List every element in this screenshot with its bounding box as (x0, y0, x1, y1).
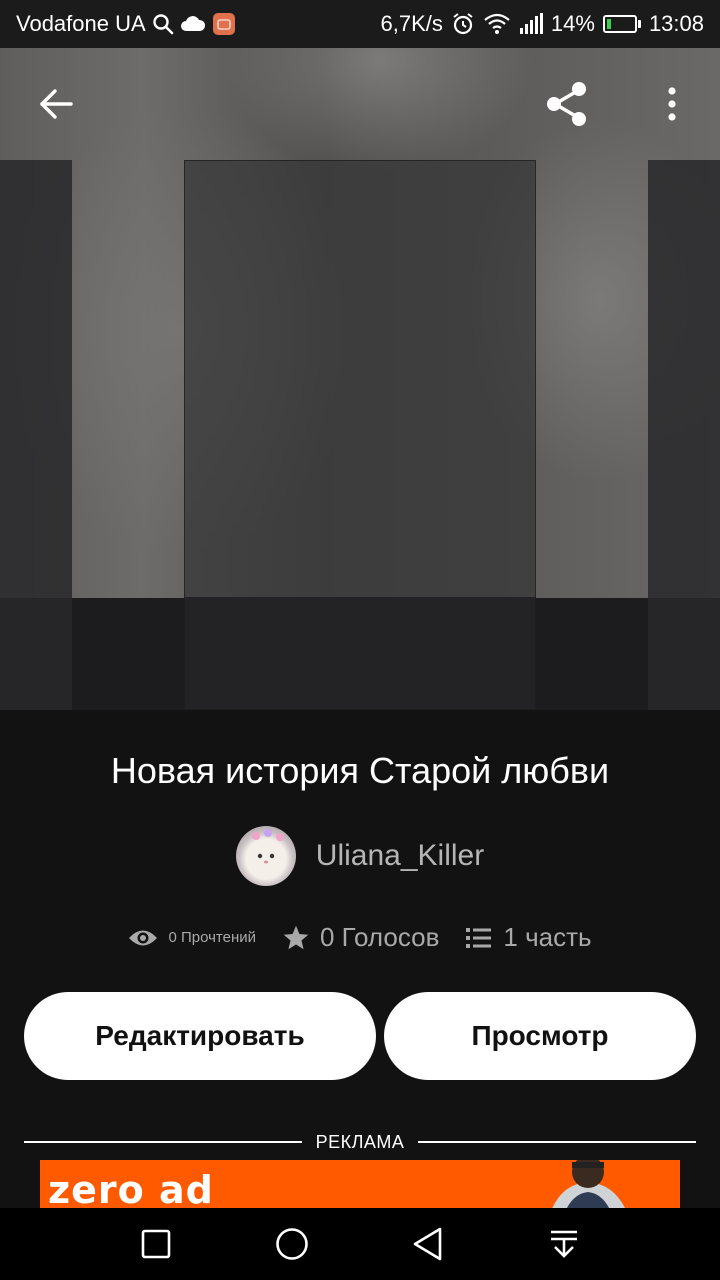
story-cover[interactable] (184, 160, 536, 710)
divider (24, 1141, 302, 1143)
share-button[interactable] (537, 74, 597, 134)
list-icon (466, 927, 492, 948)
battery-percent: 14% (550, 11, 595, 36)
votes-count: 0 Голосов (319, 922, 440, 952)
recent-apps-button[interactable] (132, 1220, 180, 1268)
more-options-button[interactable] (642, 74, 702, 134)
ad-label-row: РЕКЛАМА (24, 1130, 697, 1154)
divider (418, 1141, 697, 1143)
back-button[interactable] (26, 74, 86, 134)
ad-banner-text: zero ad (48, 1168, 214, 1208)
more-vertical-icon (668, 87, 676, 121)
home-button[interactable] (268, 1220, 316, 1268)
signal-icon (519, 13, 543, 35)
nav-back-button[interactable] (404, 1220, 452, 1268)
notification-pulldown-button[interactable] (540, 1220, 588, 1268)
cloud-icon (180, 15, 206, 33)
back-triangle-icon (413, 1227, 442, 1261)
story-hero (0, 0, 720, 710)
wifi-icon (483, 13, 511, 35)
notification-pulldown-icon (551, 1230, 577, 1258)
parts-stat: 1 часть (465, 922, 592, 953)
battery-charging-icon (602, 15, 641, 33)
system-nav-bar (0, 1208, 720, 1280)
preview-button[interactable]: Просмотр (384, 992, 696, 1080)
parts-count: 1 часть (503, 922, 592, 952)
recent-apps-icon (141, 1229, 171, 1259)
carrier-name: Vodafone UA (16, 11, 146, 36)
status-bar: Vodafone UA 6,7K/s 14% 13:08 (0, 0, 720, 48)
star-icon (283, 925, 309, 949)
app-notification-icon (212, 12, 236, 36)
reads-stat: 0 Прочтений (128, 927, 256, 949)
votes-stat: 0 Голосов (282, 922, 439, 953)
edit-button[interactable]: Редактировать (24, 992, 376, 1080)
ad-label: РЕКЛАМА (315, 1131, 405, 1152)
eye-icon (129, 930, 158, 945)
author-name[interactable]: Uliana_Killer (316, 839, 484, 873)
share-icon (547, 82, 586, 126)
reads-count: 0 Прочтений (168, 929, 256, 946)
story-cover-lower (185, 597, 535, 709)
author-row[interactable]: Uliana_Killer (0, 826, 720, 886)
clock: 13:08 (648, 11, 704, 36)
home-icon (276, 1228, 308, 1260)
alarm-icon (451, 12, 475, 36)
ad-person-image (552, 1160, 625, 1208)
author-avatar[interactable] (235, 826, 296, 886)
next-cover[interactable] (648, 160, 720, 710)
previous-cover[interactable] (0, 160, 72, 710)
search-icon (152, 13, 174, 35)
arrow-left-icon (40, 89, 73, 119)
network-speed: 6,7K/s (380, 11, 443, 36)
ad-banner[interactable]: zero ad (40, 1160, 680, 1208)
story-stats: 0 Прочтений 0 Голосов 1 часть (0, 922, 720, 953)
story-title: Новая история Старой любви (110, 750, 610, 791)
